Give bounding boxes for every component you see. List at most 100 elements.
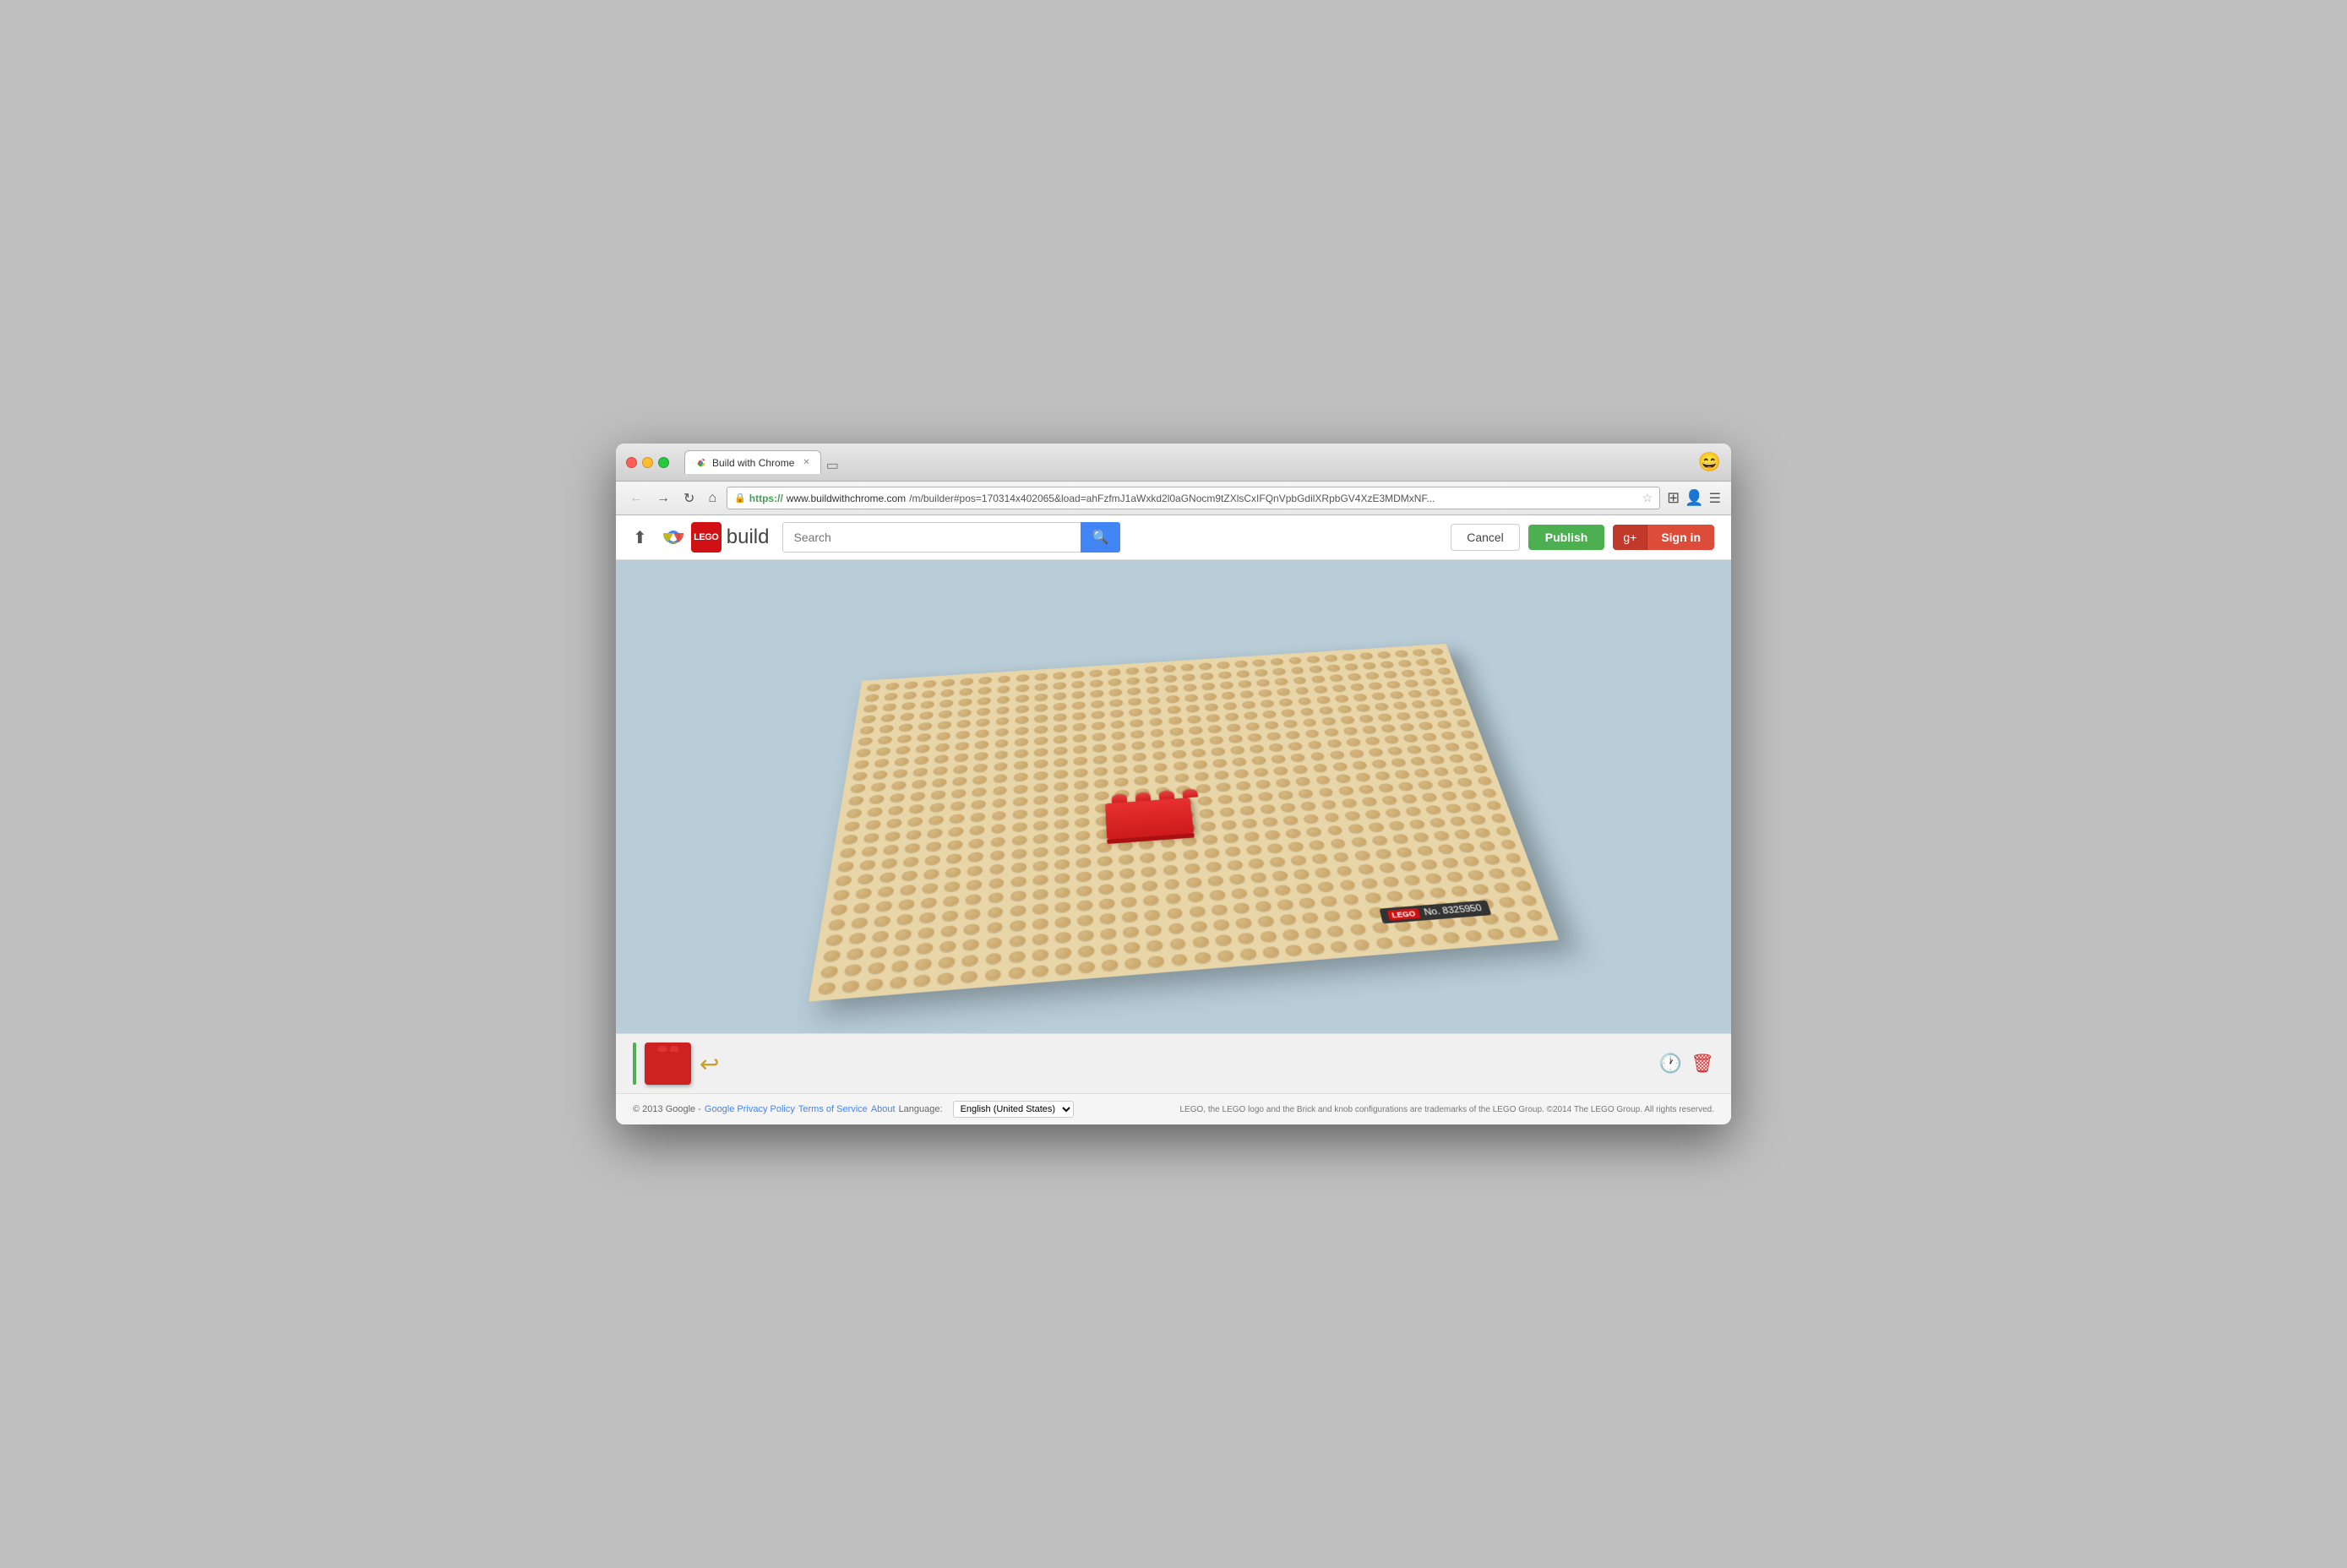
stud	[984, 890, 1007, 906]
stud	[847, 914, 872, 931]
minimize-button[interactable]	[642, 457, 653, 468]
stud	[1454, 840, 1479, 855]
stud	[1051, 830, 1072, 845]
stud	[1135, 836, 1157, 852]
footer: © 2013 Google - Google Privacy Policy Te…	[616, 1093, 1731, 1124]
preview-stud-1	[658, 1046, 667, 1052]
lego-red-brick[interactable]	[1105, 798, 1194, 840]
search-button[interactable]: 🔍	[1081, 522, 1121, 553]
person-icon[interactable]: 👤	[1685, 489, 1703, 507]
privacy-policy-link[interactable]: Google Privacy Policy	[705, 1104, 795, 1114]
url-https-label: https://	[749, 493, 783, 504]
bookmark-star-icon[interactable]: ☆	[1642, 491, 1653, 505]
title-bar: Build with Chrome ✕ ▭ 😄	[616, 444, 1731, 482]
stud	[840, 819, 863, 833]
forward-button[interactable]: →	[653, 489, 673, 508]
stud	[1396, 858, 1421, 874]
stud	[1204, 873, 1228, 889]
stud	[1071, 790, 1092, 803]
terms-of-service-link[interactable]: Terms of Service	[798, 1104, 868, 1114]
stud	[1093, 826, 1115, 841]
stud	[981, 966, 1005, 984]
brick-stud-1	[1111, 793, 1127, 803]
stud	[1516, 892, 1543, 908]
stud	[988, 808, 1010, 823]
stud	[1479, 852, 1506, 867]
stud	[1332, 863, 1357, 878]
stud	[1051, 804, 1072, 819]
stud	[1348, 936, 1375, 954]
stud	[1494, 894, 1521, 910]
new-tab-button[interactable]: ▭	[821, 457, 844, 474]
main-canvas[interactable]: LEGO No. 8325950	[616, 560, 1731, 1033]
stud	[1235, 945, 1261, 963]
stud	[1188, 934, 1212, 951]
brick-preview[interactable]	[645, 1043, 691, 1085]
stud	[1244, 856, 1268, 871]
stud	[1361, 807, 1385, 821]
search-input[interactable]	[782, 522, 1080, 553]
gplus-button[interactable]: g+	[1613, 525, 1647, 550]
home-button[interactable]: ⌂	[705, 489, 720, 508]
stud	[1284, 839, 1308, 854]
stud	[1335, 877, 1359, 893]
stud	[988, 821, 1010, 836]
stud	[1029, 901, 1052, 917]
stud	[1281, 941, 1306, 959]
stud	[1008, 846, 1030, 861]
reload-button[interactable]: ↻	[680, 488, 698, 509]
stud	[1223, 858, 1247, 873]
stud	[896, 882, 920, 898]
history-button[interactable]: 🕐	[1659, 1053, 1682, 1075]
stud	[879, 842, 902, 858]
stud	[1051, 857, 1073, 872]
lego-baseplate[interactable]: LEGO No. 8325950	[809, 644, 1559, 1002]
back-button[interactable]: ←	[626, 489, 646, 508]
stud	[1401, 804, 1425, 819]
stud	[858, 844, 881, 859]
stud	[1294, 787, 1317, 800]
cancel-button[interactable]: Cancel	[1451, 524, 1520, 551]
publish-button[interactable]: Publish	[1528, 525, 1605, 550]
active-tab[interactable]: Build with Chrome ✕	[684, 450, 821, 474]
stud	[821, 931, 847, 949]
stud	[1030, 805, 1051, 819]
about-link[interactable]: About	[871, 1104, 896, 1114]
rotate-button[interactable]: ↩	[700, 1050, 719, 1078]
stud	[1266, 854, 1289, 869]
stud	[1051, 792, 1071, 805]
chrome-logo-icon	[661, 525, 686, 550]
tab-close-button[interactable]: ✕	[803, 458, 809, 467]
stud	[895, 896, 918, 912]
stud	[1378, 874, 1403, 890]
url-bar[interactable]: 🔒 https:// www.buildwithchrome.com /m/bu…	[727, 487, 1660, 509]
stud	[1470, 825, 1495, 840]
stud	[1446, 883, 1473, 899]
stud	[1239, 816, 1261, 830]
stud	[918, 880, 942, 896]
stud	[901, 841, 923, 856]
stud	[1119, 908, 1142, 925]
stud	[1209, 917, 1233, 934]
stud	[1201, 846, 1223, 861]
stud	[946, 811, 968, 825]
stud	[816, 962, 842, 981]
close-button[interactable]	[626, 457, 637, 468]
language-select[interactable]: English (United States)	[953, 1101, 1074, 1118]
url-text: www.buildwithchrome.com	[787, 493, 906, 504]
maximize-button[interactable]	[658, 457, 669, 468]
stud	[1329, 849, 1353, 864]
delete-button[interactable]: 🗑	[1691, 1053, 1714, 1075]
stud	[912, 939, 937, 957]
menu-icon[interactable]: ☰	[1709, 490, 1721, 507]
chrome-apps-icon[interactable]: ⊞	[1667, 489, 1680, 507]
stud	[1176, 820, 1198, 835]
stud	[881, 829, 904, 844]
stud	[872, 898, 896, 915]
stud	[987, 835, 1009, 850]
share-button[interactable]: ⬆	[633, 527, 647, 548]
lego-brick-container[interactable]	[1105, 798, 1194, 840]
signin-button[interactable]: Sign in	[1647, 525, 1714, 550]
stud	[1446, 814, 1470, 828]
stud	[853, 871, 877, 887]
